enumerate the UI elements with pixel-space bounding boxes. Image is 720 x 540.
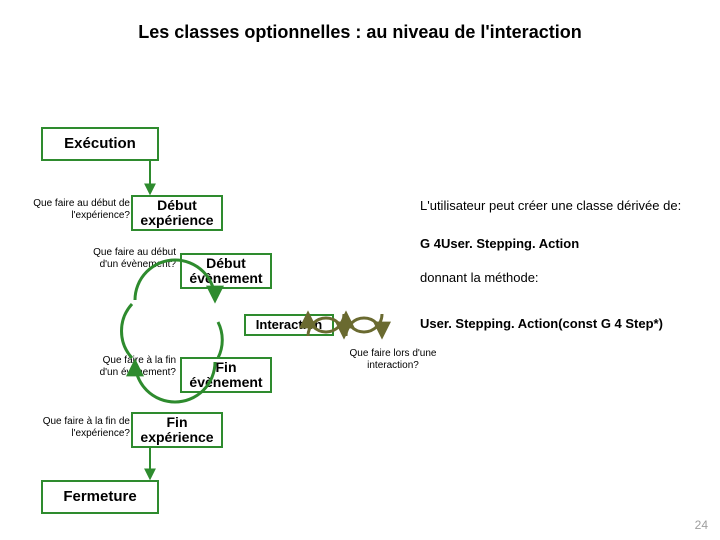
box-debut-experience: Début expérience — [131, 195, 223, 231]
box-debut-evenement: Début évènement — [180, 253, 272, 289]
q-interaction: Que faire lors d'une interaction? — [338, 348, 448, 371]
q-debut-evenement: Que faire au début d'un évènement? — [92, 247, 176, 270]
side-line2: donnant la méthode: — [420, 270, 710, 287]
box-execution: Exécution — [41, 127, 159, 161]
box-fin-evenement: Fin évènement — [180, 357, 272, 393]
q-fin-evenement: Que faire à la fin d'un évènement? — [92, 355, 176, 378]
side-method: User. Stepping. Action(const G 4 Step*) — [420, 316, 710, 333]
side-line1: L'utilisateur peut créer une classe déri… — [420, 198, 710, 215]
box-fin-experience: Fin expérience — [131, 412, 223, 448]
q-debut-experience: Que faire au début de l'expérience? — [12, 198, 130, 221]
page-number: 24 — [695, 518, 708, 532]
box-interaction: Interaction — [244, 314, 334, 336]
page-title: Les classes optionnelles : au niveau de … — [0, 22, 720, 43]
box-fermeture: Fermeture — [41, 480, 159, 514]
side-class-name: G 4User. Stepping. Action — [420, 236, 710, 253]
q-fin-experience: Que faire à la fin de l'expérience? — [12, 416, 130, 439]
